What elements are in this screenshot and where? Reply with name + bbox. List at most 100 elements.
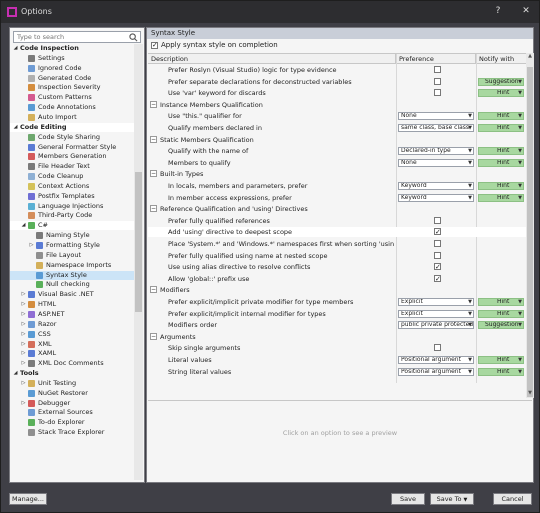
column-header-description[interactable]: Description — [148, 54, 396, 64]
preference-dropdown[interactable]: Positional argument ▼ — [398, 367, 474, 376]
expand-arrow-icon[interactable]: ▷ — [20, 300, 27, 309]
preference-checkbox[interactable] — [434, 216, 441, 224]
preference-dropdown[interactable]: None ▼ — [398, 112, 474, 121]
tree-item[interactable]: ▷ Unit Testing — [10, 379, 134, 388]
tree-item[interactable]: ▷ XAML — [10, 349, 134, 358]
notify-dropdown[interactable]: Suggestion ▼ — [478, 321, 524, 330]
tree-item[interactable]: ◢ C# — [10, 221, 134, 231]
notify-dropdown[interactable]: Hint ▼ — [478, 124, 524, 132]
tree-item[interactable]: Members Generation — [10, 152, 134, 161]
setting-row[interactable]: Prefer separate declarations for deconst… — [148, 77, 526, 87]
tree-item[interactable]: ▷ Razor — [10, 320, 134, 329]
expand-arrow-icon[interactable]: ▷ — [20, 349, 27, 358]
collapse-section-icon[interactable]: − — [150, 100, 157, 108]
help-icon[interactable]: ? — [491, 4, 505, 18]
setting-row[interactable]: Use 'var' keyword for discards Hint ▼ — [148, 88, 526, 98]
collapse-arrow-icon[interactable]: ◢ — [12, 369, 19, 378]
section-header[interactable]: − Static Members Qualification — [148, 135, 526, 145]
setting-row[interactable]: Add 'using' directive to deepest scope — [148, 227, 526, 238]
notify-dropdown[interactable]: Hint ▼ — [478, 182, 524, 190]
preference-dropdown[interactable]: Explicit ▼ — [398, 298, 474, 306]
tree-item[interactable]: Code Cleanup — [10, 172, 134, 181]
collapse-arrow-icon[interactable]: ◢ — [12, 44, 19, 53]
tree-item[interactable]: ◢ Tools — [10, 369, 134, 378]
collapse-section-icon[interactable]: − — [150, 135, 157, 143]
preference-dropdown[interactable]: public private protected ▼ — [398, 321, 474, 330]
preference-dropdown[interactable]: same class, base class ▼ — [398, 124, 474, 132]
notify-dropdown[interactable]: Hint ▼ — [478, 309, 524, 318]
tree-scrollbar[interactable] — [134, 44, 143, 480]
preference-checkbox[interactable] — [434, 66, 441, 73]
preference-checkbox[interactable] — [434, 227, 441, 237]
collapse-section-icon[interactable]: − — [150, 205, 157, 213]
notify-dropdown[interactable]: Hint ▼ — [478, 356, 524, 364]
preference-checkbox[interactable] — [434, 89, 441, 97]
notify-dropdown[interactable]: Hint ▼ — [478, 158, 524, 167]
tree-item[interactable]: Null checking — [10, 280, 134, 289]
tree-item[interactable]: Ignored Code — [10, 64, 134, 73]
section-header[interactable]: − Modifiers — [148, 285, 526, 295]
notify-dropdown[interactable]: Hint ▼ — [478, 193, 524, 202]
expand-arrow-icon[interactable]: ▷ — [20, 320, 27, 329]
collapse-section-icon[interactable]: − — [150, 286, 157, 294]
collapse-section-icon[interactable]: − — [150, 332, 157, 340]
column-header-preference[interactable]: Preference — [396, 54, 476, 64]
notify-dropdown[interactable]: Hint ▼ — [478, 112, 524, 121]
grid-scroll-thumb[interactable] — [527, 67, 533, 397]
setting-row[interactable]: Prefer fully qualified references — [148, 216, 526, 226]
tree-item[interactable]: ◢ Code Inspection — [10, 44, 134, 53]
tree-item[interactable]: ▷ XML — [10, 340, 134, 349]
tree-item[interactable]: NuGet Restorer — [10, 389, 134, 398]
notify-dropdown[interactable]: Hint ▼ — [478, 89, 524, 98]
tree-item[interactable]: Code Style Sharing — [10, 133, 134, 142]
setting-row[interactable]: Modifiers order public private protected ▼… — [148, 320, 526, 330]
tree-item[interactable]: Settings — [10, 54, 134, 63]
preference-dropdown[interactable]: Keyword ▼ — [398, 182, 474, 190]
tree-item[interactable]: ▷ XML Doc Comments — [10, 359, 134, 368]
setting-row[interactable]: Members to qualify None ▼ Hint ▼ — [148, 158, 526, 168]
tree-item[interactable]: Naming Style — [10, 231, 134, 240]
preference-dropdown[interactable]: Explicit ▼ — [398, 309, 474, 318]
grid-scrollbar[interactable]: ▲ ▼ — [526, 53, 534, 398]
tree-item[interactable]: Postfix Templates — [10, 192, 134, 201]
tree-item[interactable]: File Header Text — [10, 162, 134, 171]
notify-dropdown[interactable]: Suggestion ▼ — [478, 77, 524, 86]
scroll-up-icon[interactable]: ▲ — [526, 53, 534, 61]
expand-arrow-icon[interactable]: ▷ — [20, 379, 27, 388]
tree-item[interactable]: Generated Code — [10, 74, 134, 83]
setting-row[interactable]: Prefer explicit/implicit internal modifi… — [148, 309, 526, 319]
tree-item[interactable]: Code Annotations — [10, 103, 134, 112]
expand-arrow-icon[interactable]: ▷ — [20, 310, 27, 319]
expand-arrow-icon[interactable]: ▷ — [20, 340, 27, 349]
tree-item[interactable]: Inspection Severity — [10, 83, 134, 92]
tree-item[interactable]: ▷ ASP.NET — [10, 310, 134, 319]
expand-arrow-icon[interactable]: ▷ — [20, 290, 27, 299]
setting-row[interactable]: Prefer Roslyn (Visual Studio) logic for … — [148, 65, 526, 75]
setting-row[interactable]: Allow 'global::' prefix use — [148, 274, 526, 284]
collapse-arrow-icon[interactable]: ◢ — [12, 123, 19, 132]
setting-row[interactable]: Use "this." qualifier for None ▼ Hint ▼ — [148, 111, 526, 121]
tree-item[interactable]: Custom Patterns — [10, 93, 134, 102]
column-header-notify[interactable]: Notify with — [476, 54, 526, 64]
search-box[interactable] — [13, 31, 141, 43]
setting-row[interactable]: Qualify members declared in same class, b… — [148, 123, 526, 133]
notify-dropdown[interactable]: Hint ▼ — [478, 147, 524, 156]
preference-checkbox[interactable] — [434, 240, 441, 247]
tree-item[interactable]: Namespace Imports — [10, 261, 134, 270]
expand-arrow-icon[interactable]: ▷ — [20, 399, 27, 408]
expand-arrow-icon[interactable]: ▷ — [20, 330, 27, 339]
tree-item[interactable]: Third-Party Code — [10, 211, 134, 220]
tree-item[interactable]: Stack Trace Explorer — [10, 428, 134, 437]
setting-row[interactable]: Use using alias directive to resolve con… — [148, 262, 526, 272]
tree-scroll-thumb[interactable] — [135, 172, 142, 312]
tree-item[interactable]: Context Actions — [10, 182, 134, 191]
tree-item[interactable]: Syntax Style — [10, 270, 134, 280]
tree-item[interactable]: External Sources — [10, 408, 134, 417]
cancel-button[interactable]: Cancel — [493, 493, 532, 505]
tree-item[interactable]: File Layout — [10, 251, 134, 260]
collapse-section-icon[interactable]: − — [150, 170, 157, 178]
section-header[interactable]: − Reference Qualification and 'using' Dir… — [148, 204, 526, 214]
setting-row[interactable]: String literal values Positional argument… — [148, 367, 526, 377]
notify-dropdown[interactable]: Hint ▼ — [478, 367, 524, 376]
search-input[interactable] — [14, 32, 126, 42]
